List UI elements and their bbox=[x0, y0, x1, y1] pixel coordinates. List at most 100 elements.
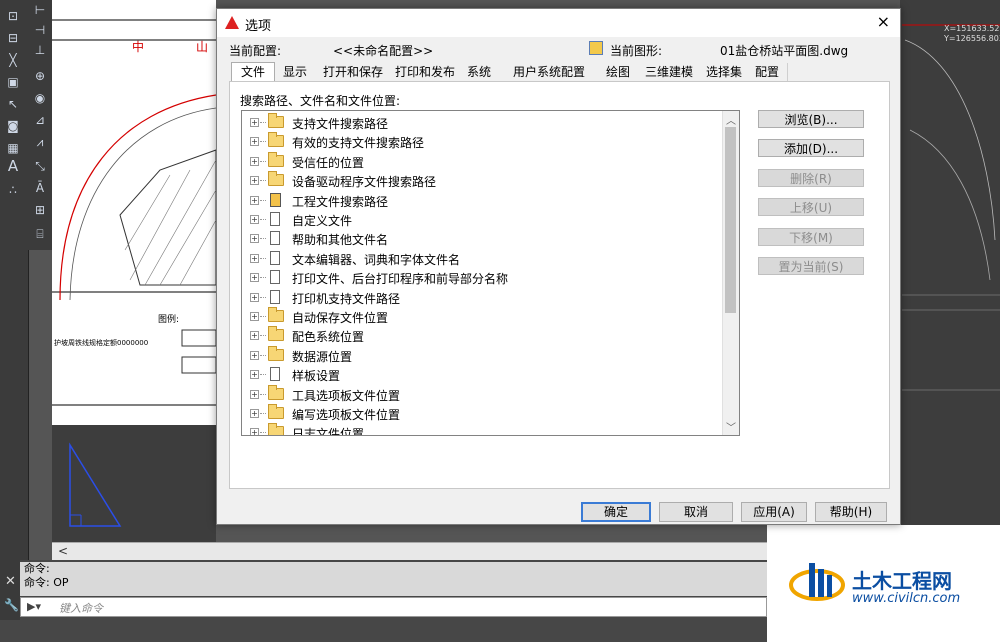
tree-item[interactable]: + 数据源位置 bbox=[242, 345, 724, 365]
search-path-tree[interactable]: + 支持文件搜索路径 + 有效的支持文件搜索路径 + 受信任的位置 + 设备驱动程序文件搜索路… bbox=[241, 110, 740, 436]
tab-files[interactable]: 文件 bbox=[231, 62, 275, 83]
draw-toolbar: ⊡ ⊟ ╳ ▣ ↖ ◙ ▦ A ∴ bbox=[0, 0, 29, 560]
tree-scrollbar[interactable]: ︿ ﹀ bbox=[722, 111, 739, 435]
expand-icon[interactable]: + bbox=[250, 234, 259, 244]
dim-linear-icon[interactable]: ⊢ bbox=[31, 2, 49, 18]
tree-item[interactable]: + 帮助和其他文件名 bbox=[242, 229, 724, 248]
expand-icon[interactable]: + bbox=[250, 118, 259, 127]
expand-icon[interactable]: + bbox=[250, 156, 259, 166]
tree-item[interactable]: + 打印机支持文件路径 bbox=[242, 288, 724, 307]
dim-edit-icon[interactable]: ⊞ bbox=[31, 202, 49, 218]
expand-icon[interactable]: + bbox=[250, 215, 259, 224]
modify-toolbar: ⊢ ⊣ ⊥ ⊕ ◉ ⊿ ⩘ ⤡ Ā ⊞ ⌸ bbox=[28, 0, 52, 250]
cancel-button[interactable]: 取消 bbox=[659, 502, 733, 522]
expand-icon[interactable]: + bbox=[250, 292, 259, 302]
tree-connector bbox=[260, 393, 266, 395]
tab-display[interactable]: 显示 bbox=[275, 63, 316, 81]
tab-drafting[interactable]: 绘图 bbox=[599, 63, 638, 81]
text-tool-icon[interactable]: A bbox=[4, 158, 22, 174]
leader-icon[interactable]: ⤡ bbox=[31, 158, 49, 174]
dim-angular-icon[interactable]: ⊥ bbox=[31, 42, 49, 58]
tree-item[interactable]: + 配色系统位置 bbox=[242, 326, 724, 345]
tree-item[interactable]: + 支持文件搜索路径 bbox=[242, 113, 724, 132]
xline-tool-icon[interactable]: ╳ bbox=[4, 52, 22, 68]
remove-button[interactable]: 删除(R) bbox=[758, 169, 864, 187]
expand-icon[interactable]: + bbox=[250, 195, 259, 205]
scroll-thumb[interactable] bbox=[725, 127, 736, 313]
expand-icon[interactable]: + bbox=[250, 273, 259, 283]
dim-text-icon[interactable]: Ā bbox=[31, 180, 49, 196]
command-prompt-icon[interactable]: ▶▾ bbox=[27, 600, 41, 613]
tree-item-label: 设备驱动程序文件搜索路径 bbox=[292, 175, 437, 190]
tree-item-label: 打印机支持文件路径 bbox=[292, 291, 401, 306]
set-current-button[interactable]: 置为当前(S) bbox=[758, 257, 864, 275]
cad-legend-label: 图例: bbox=[158, 313, 179, 325]
cursor-tool-icon[interactable]: ↖ bbox=[4, 96, 22, 112]
expand-icon[interactable]: + bbox=[250, 312, 259, 321]
expand-icon[interactable]: + bbox=[250, 370, 259, 380]
tree-item-label: 样板设置 bbox=[292, 369, 341, 384]
polyline-tool-icon[interactable]: ⊟ bbox=[4, 30, 22, 46]
line-tool-icon[interactable]: ⊡ bbox=[4, 8, 22, 24]
add-button[interactable]: 添加(D)... bbox=[758, 139, 864, 157]
command-input[interactable]: ▶▾ 键入命令 bbox=[20, 597, 767, 617]
expand-icon[interactable]: + bbox=[250, 137, 259, 147]
current-drawing-value: 01盐仓桥站平面图.dwg bbox=[720, 44, 849, 58]
tree-item[interactable]: + 编写选项板文件位置 bbox=[242, 404, 724, 423]
dim-aligned-icon[interactable]: ⊣ bbox=[31, 22, 49, 38]
tab-plot-publish[interactable]: 打印和发布 bbox=[391, 63, 460, 81]
point-tool-icon[interactable]: ∴ bbox=[4, 182, 22, 198]
scroll-left-icon[interactable]: < bbox=[58, 544, 68, 558]
tree-item[interactable]: + 日志文件位置 bbox=[242, 423, 724, 435]
close-button[interactable]: × bbox=[877, 12, 890, 31]
tree-item[interactable]: + 受信任的位置 bbox=[242, 151, 724, 171]
tree-connector bbox=[260, 122, 266, 123]
dim-diameter-icon[interactable]: ◉ bbox=[31, 90, 49, 106]
rectangle-tool-icon[interactable]: ▣ bbox=[4, 74, 22, 90]
expand-icon[interactable]: + bbox=[250, 409, 259, 418]
file-icon bbox=[270, 367, 280, 382]
dim-radius-icon[interactable]: ⊕ bbox=[31, 68, 49, 84]
scroll-down-icon[interactable]: ﹀ bbox=[726, 419, 736, 434]
ok-button[interactable]: 确定 bbox=[581, 502, 651, 522]
help-button[interactable]: 帮助(H) bbox=[815, 502, 887, 522]
expand-icon[interactable]: + bbox=[250, 389, 259, 399]
autocad-app-icon bbox=[225, 16, 239, 29]
search-paths-heading: 搜索路径、文件名和文件位置: bbox=[240, 94, 401, 108]
expand-icon[interactable]: + bbox=[250, 253, 259, 263]
tree-item[interactable]: + 样板设置 bbox=[242, 365, 724, 384]
tab-profiles[interactable]: 配置 bbox=[747, 63, 788, 81]
dim-style-icon[interactable]: ⌸ bbox=[31, 226, 49, 242]
dim-baseline-icon[interactable]: ⩘ bbox=[31, 134, 49, 150]
dim-ordinate-icon[interactable]: ⊿ bbox=[31, 112, 49, 128]
expand-icon[interactable]: + bbox=[250, 176, 259, 186]
move-down-button[interactable]: 下移(M) bbox=[758, 228, 864, 246]
region-tool-icon[interactable]: ◙ bbox=[4, 118, 22, 134]
coord-y: Y=126556.803 bbox=[943, 34, 1000, 43]
tab-3d-modeling[interactable]: 三维建模 bbox=[637, 63, 702, 81]
tree-item[interactable]: + 工具选项板文件位置 bbox=[242, 384, 724, 404]
expand-icon[interactable]: + bbox=[250, 350, 259, 360]
tab-system[interactable]: 系统 bbox=[459, 63, 500, 81]
tree-item[interactable]: + 打印文件、后台打印程序和前导部分名称 bbox=[242, 268, 724, 287]
expand-icon[interactable]: + bbox=[250, 428, 259, 435]
tree-item[interactable]: + 文本编辑器、词典和字体文件名 bbox=[242, 249, 724, 268]
scroll-up-icon[interactable]: ︿ bbox=[726, 112, 736, 127]
tab-user-preferences[interactable]: 用户系统配置 bbox=[499, 63, 600, 81]
tab-selection[interactable]: 选择集 bbox=[701, 63, 748, 81]
tree-item[interactable]: + 自动保存文件位置 bbox=[242, 307, 724, 326]
apply-button[interactable]: 应用(A) bbox=[741, 502, 807, 522]
dialog-title-bar[interactable]: 选项 × bbox=[217, 9, 900, 37]
tree-item[interactable]: + 有效的支持文件搜索路径 bbox=[242, 132, 724, 151]
tree-item[interactable]: + 自定义文件 bbox=[242, 210, 724, 229]
expand-icon[interactable]: + bbox=[250, 331, 259, 341]
tree-item[interactable]: + 工程文件搜索路径 bbox=[242, 191, 724, 210]
table-tool-icon[interactable]: ▦ bbox=[4, 140, 22, 156]
close-command-icon[interactable]: ✕ bbox=[5, 574, 16, 589]
browse-button[interactable]: 浏览(B)... bbox=[758, 110, 864, 128]
tree-item[interactable]: + 设备驱动程序文件搜索路径 bbox=[242, 171, 724, 190]
tree-item-label: 工程文件搜索路径 bbox=[292, 194, 389, 209]
wrench-icon[interactable]: 🔧 bbox=[4, 598, 19, 612]
tab-open-save[interactable]: 打开和保存 bbox=[315, 63, 392, 81]
move-up-button[interactable]: 上移(U) bbox=[758, 198, 864, 216]
